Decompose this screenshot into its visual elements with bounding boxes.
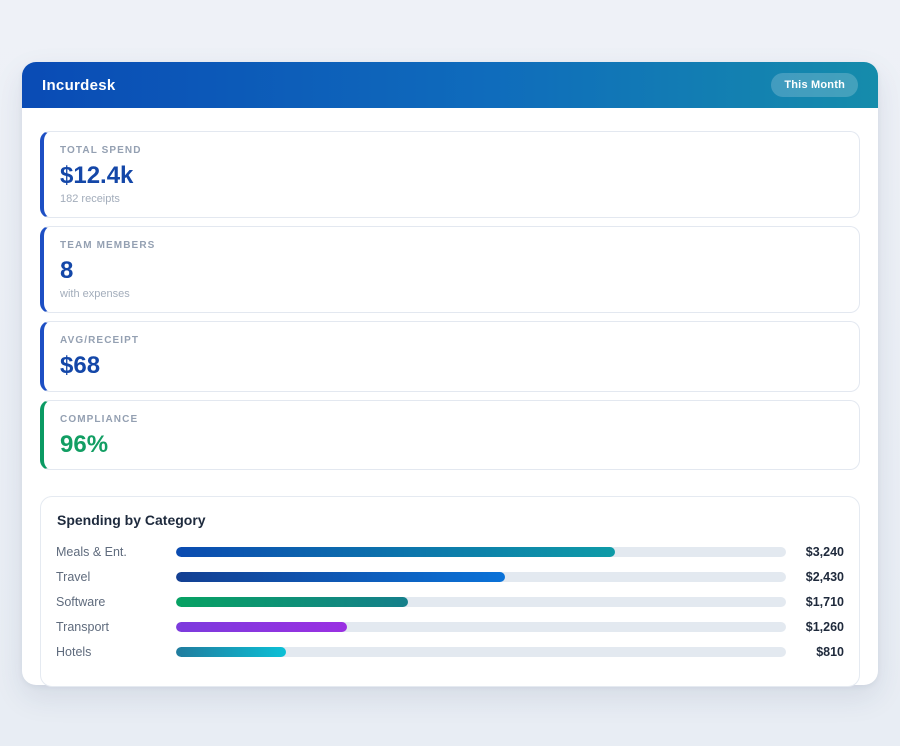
- chart-row-software: Software $1,710: [56, 590, 844, 615]
- chart-category-label: Hotels: [56, 645, 176, 659]
- stat-value: 8: [60, 258, 843, 283]
- chart-category-label: Software: [56, 595, 176, 609]
- stat-card-team-members: TEAM MEMBERS 8 with expenses: [40, 226, 860, 313]
- chart-value-label: $2,430: [786, 570, 844, 584]
- chart-bar-track: [176, 647, 786, 657]
- chart-title: Spending by Category: [56, 512, 844, 528]
- chart-value-label: $810: [786, 645, 844, 659]
- chart-row-travel: Travel $2,430: [56, 565, 844, 590]
- chart-bar-fill: [176, 547, 615, 557]
- stat-label: COMPLIANCE: [60, 414, 843, 425]
- dashboard-panel: Incurdesk This Month TOTAL SPEND $12.4k …: [22, 62, 878, 685]
- stat-value: 96%: [60, 432, 843, 457]
- chart-row-hotels: Hotels $810: [56, 640, 844, 665]
- app-title: Incurdesk: [42, 77, 116, 94]
- chart-value-label: $1,710: [786, 595, 844, 609]
- chart-bar-track: [176, 597, 786, 607]
- chart-category-label: Meals & Ent.: [56, 545, 176, 559]
- spending-by-category-chart: Spending by Category Meals & Ent. $3,240…: [40, 496, 860, 687]
- stat-label: TOTAL SPEND: [60, 145, 843, 156]
- chart-bar-fill: [176, 572, 505, 582]
- period-badge-button[interactable]: This Month: [771, 73, 858, 97]
- stat-subtitle: with expenses: [60, 288, 843, 300]
- stat-card-compliance: COMPLIANCE 96%: [40, 400, 860, 470]
- stat-subtitle: 182 receipts: [60, 193, 843, 205]
- stat-label: AVG/RECEIPT: [60, 335, 843, 346]
- stat-label: TEAM MEMBERS: [60, 240, 843, 251]
- stat-value: $68: [60, 353, 843, 378]
- chart-bar-track: [176, 547, 786, 557]
- chart-bar-fill: [176, 647, 286, 657]
- chart-bar-fill: [176, 597, 408, 607]
- chart-bar-track: [176, 622, 786, 632]
- dashboard-content: TOTAL SPEND $12.4k 182 receipts TEAM MEM…: [22, 108, 878, 687]
- chart-row-transport: Transport $1,260: [56, 615, 844, 640]
- chart-bar-fill: [176, 622, 347, 632]
- chart-value-label: $3,240: [786, 545, 844, 559]
- stat-value: $12.4k: [60, 163, 843, 188]
- chart-bar-track: [176, 572, 786, 582]
- stat-card-avg-receipt: AVG/RECEIPT $68: [40, 321, 860, 391]
- app-header: Incurdesk This Month: [22, 62, 878, 108]
- chart-category-label: Travel: [56, 570, 176, 584]
- stat-card-total-spend: TOTAL SPEND $12.4k 182 receipts: [40, 131, 860, 218]
- chart-value-label: $1,260: [786, 620, 844, 634]
- stats-list: TOTAL SPEND $12.4k 182 receipts TEAM MEM…: [40, 131, 860, 470]
- chart-row-meals: Meals & Ent. $3,240: [56, 540, 844, 565]
- chart-category-label: Transport: [56, 620, 176, 634]
